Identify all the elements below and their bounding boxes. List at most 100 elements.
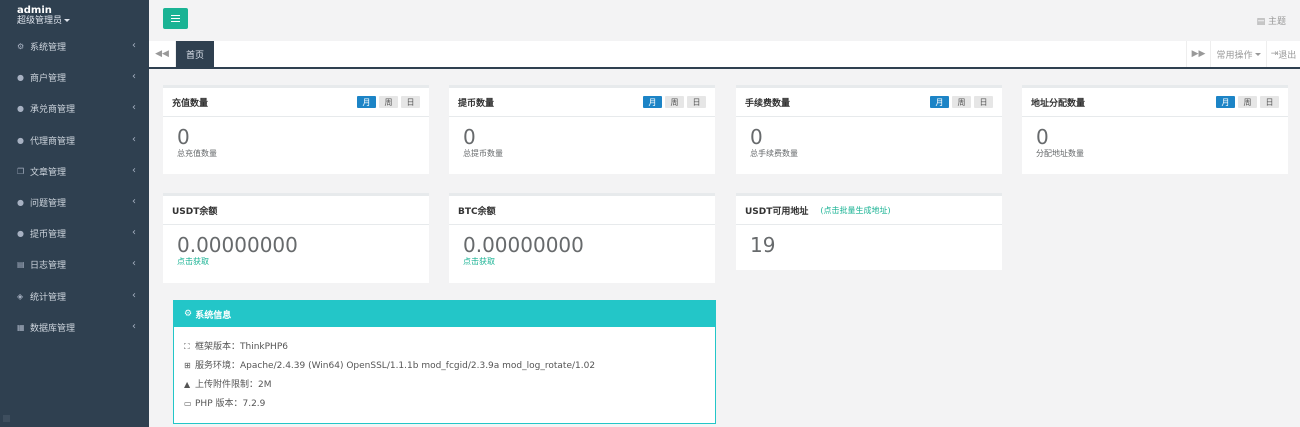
sidebar-item-merchant[interactable]: ● 商户管理 ‹ bbox=[0, 62, 149, 93]
period-day-button[interactable]: 日 bbox=[401, 96, 420, 108]
caret-down-icon bbox=[64, 19, 71, 22]
common-ops-dropdown[interactable]: 常用操作 bbox=[1210, 41, 1266, 67]
fetch-balance-link[interactable]: 点击获取 bbox=[177, 256, 415, 267]
sidebar-item-stats[interactable]: ◈ 统计管理 ‹ bbox=[0, 281, 149, 312]
info-row-server: ⊞ 服务环境：Apache/2.4.39 (Win64) OpenSSL/1.1.… bbox=[184, 356, 705, 375]
card-title: USDT可用地址 bbox=[745, 206, 809, 217]
chevron-left-icon: ‹ bbox=[132, 164, 136, 176]
copy-icon: ❐ bbox=[17, 166, 25, 176]
chevron-left-icon: ‹ bbox=[132, 195, 136, 207]
period-day-button[interactable]: 日 bbox=[974, 96, 993, 108]
period-month-button[interactable]: 月 bbox=[1216, 96, 1235, 108]
period-month-button[interactable]: 月 bbox=[930, 96, 949, 108]
sign-out-icon: ⇥ bbox=[1270, 49, 1279, 59]
period-week-button[interactable]: 周 bbox=[379, 96, 398, 108]
sidebar-item-withdraw[interactable]: ● 提币管理 ‹ bbox=[0, 218, 149, 249]
warning-icon: ▲ bbox=[184, 380, 191, 389]
chevron-left-icon: ‹ bbox=[132, 40, 136, 51]
sidebar-item-label: 系统管理 bbox=[30, 43, 67, 54]
sidebar-item-question[interactable]: ● 问题管理 ‹ bbox=[0, 187, 149, 218]
sidebar-item-label: 问题管理 bbox=[30, 199, 67, 210]
user-icon: ● bbox=[17, 104, 24, 114]
period-switch: 月周日 bbox=[640, 96, 706, 108]
profile-name: admin bbox=[17, 5, 52, 16]
stat-caption: 总手续费数量 bbox=[750, 149, 798, 158]
chevron-left-icon: ‹ bbox=[132, 320, 136, 332]
tab-scroll-right-button[interactable]: ▶▶ bbox=[1186, 41, 1210, 67]
sidebar-item-article[interactable]: ❐ 文章管理 ‹ bbox=[0, 156, 149, 187]
user-icon: ● bbox=[17, 135, 24, 145]
theme-button[interactable]: ▤ 主题 bbox=[1257, 14, 1286, 27]
database-icon: ▦ bbox=[17, 322, 25, 332]
stat-caption: 分配地址数量 bbox=[1036, 149, 1084, 158]
user-icon: ● bbox=[17, 229, 24, 239]
period-week-button[interactable]: 周 bbox=[952, 96, 971, 108]
info-row-upload-limit: ▲ 上传附件限制：2M bbox=[184, 375, 705, 394]
period-month-button[interactable]: 月 bbox=[643, 96, 662, 108]
sidebar-item-label: 代理商管理 bbox=[30, 136, 76, 147]
sidebar-item-label: 文章管理 bbox=[30, 167, 67, 178]
sidebar-item-label: 商户管理 bbox=[30, 74, 67, 85]
top-bar: ▤ 主题 bbox=[149, 0, 1300, 41]
info-row-framework: ⛶ 框架版本：ThinkPHP6 bbox=[184, 337, 705, 356]
period-day-button[interactable]: 日 bbox=[1260, 96, 1279, 108]
sidebar-item-log[interactable]: ▤ 日志管理 ‹ bbox=[0, 249, 149, 280]
user-icon: ● bbox=[17, 73, 24, 83]
list-icon: ▤ bbox=[1256, 17, 1268, 27]
windows-icon: ⊞ bbox=[184, 361, 191, 370]
balance-card-btc: BTC余额 0.00000000 点击获取 bbox=[449, 193, 715, 283]
card-title: 提币数量 bbox=[458, 98, 495, 109]
card-title: 充值数量 bbox=[172, 98, 209, 109]
profile[interactable]: admin 超级管理员 bbox=[0, 0, 149, 31]
stat-value: 0 bbox=[463, 125, 476, 149]
batch-generate-link[interactable]: (点击批量生成地址) bbox=[820, 205, 890, 216]
sidebar-item-label: 数据库管理 bbox=[30, 323, 76, 334]
tab-scroll-left-button[interactable]: ◀◀ bbox=[149, 41, 176, 67]
card-title: BTC余额 bbox=[458, 206, 496, 217]
system-info-list: ⛶ 框架版本：ThinkPHP6 ⊞ 服务环境：Apache/2.4.39 (Win… bbox=[174, 327, 715, 423]
sidebar-item-label: 提币管理 bbox=[30, 230, 67, 241]
stat-value: 0 bbox=[177, 125, 190, 149]
stat-value: 0 bbox=[1036, 125, 1049, 149]
chevron-left-icon: ‹ bbox=[132, 102, 136, 114]
chevron-left-icon: ‹ bbox=[132, 71, 136, 83]
sidebar-item-label: 统计管理 bbox=[30, 292, 67, 303]
period-week-button[interactable]: 周 bbox=[665, 96, 684, 108]
fetch-balance-link[interactable]: 点击获取 bbox=[463, 256, 701, 267]
card-icon: ▭ bbox=[184, 399, 192, 408]
balance-value: 0.00000000 bbox=[177, 233, 298, 257]
sidebar-resize-handle[interactable] bbox=[3, 415, 10, 422]
info-row-php: ▭ PHP 版本：7.2.9 bbox=[184, 394, 705, 413]
bars-icon bbox=[171, 15, 180, 22]
period-day-button[interactable]: 日 bbox=[687, 96, 706, 108]
balance-card-usdt: USDT余额 0.00000000 点击获取 bbox=[163, 193, 429, 283]
chevron-left-icon: ‹ bbox=[132, 258, 136, 270]
sidebar-item-system[interactable]: ⚙ 系统管理 ‹ bbox=[0, 31, 149, 62]
period-switch: 月周日 bbox=[354, 96, 420, 108]
caret-down-icon bbox=[1254, 52, 1261, 56]
card-title: 地址分配数量 bbox=[1031, 98, 1086, 109]
comment-icon: ● bbox=[17, 198, 24, 208]
stat-card-address: 地址分配数量 月周日 0 分配地址数量 bbox=[1022, 85, 1288, 174]
logout-button[interactable]: ⇥ 退出 bbox=[1266, 41, 1300, 67]
sitemap-icon: ⛶ bbox=[184, 342, 190, 351]
period-week-button[interactable]: 周 bbox=[1238, 96, 1257, 108]
sidebar-item-label: 承兑商管理 bbox=[30, 105, 76, 116]
stat-card-fee: 手续费数量 月周日 0 总手续费数量 bbox=[736, 85, 1002, 174]
period-month-button[interactable]: 月 bbox=[357, 96, 376, 108]
usdt-address-card: USDT可用地址 (点击批量生成地址) 19 bbox=[736, 193, 1002, 270]
profile-role[interactable]: 超级管理员 bbox=[17, 16, 149, 27]
stat-caption: 总提币数量 bbox=[463, 149, 503, 158]
sidebar-item-label: 日志管理 bbox=[30, 261, 67, 272]
menu-toggle-button[interactable] bbox=[163, 8, 188, 29]
stat-card-withdraw: 提币数量 月周日 0 总提币数量 bbox=[449, 85, 715, 174]
sidebar-item-acceptor[interactable]: ● 承兑商管理 ‹ bbox=[0, 93, 149, 124]
gear-icon: ⚙ bbox=[17, 42, 25, 52]
sidebar-item-database[interactable]: ▦ 数据库管理 ‹ bbox=[0, 312, 149, 343]
chevron-left-icon: ‹ bbox=[132, 289, 136, 301]
list-icon: ▤ bbox=[17, 260, 25, 270]
tab-home[interactable]: 首页 bbox=[176, 41, 214, 67]
sidebar-item-agent[interactable]: ● 代理商管理 ‹ bbox=[0, 125, 149, 156]
period-switch: 月周日 bbox=[1213, 96, 1279, 108]
stat-caption: 总充值数量 bbox=[177, 149, 217, 158]
